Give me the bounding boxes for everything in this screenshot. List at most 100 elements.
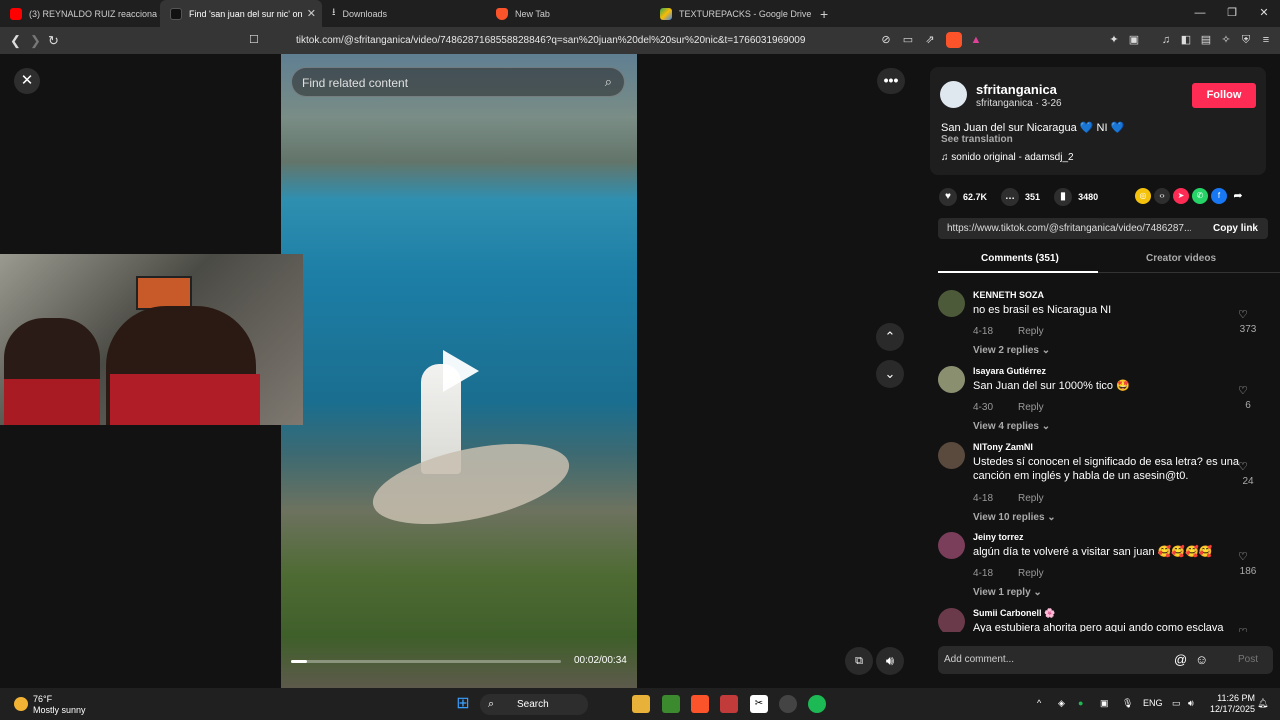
weather-temp[interactable]: 76°F xyxy=(33,694,52,704)
menu-icon[interactable]: ≡ xyxy=(1258,32,1274,48)
reply-button[interactable]: Reply xyxy=(1018,326,1044,337)
microphone-icon[interactable]: 🎙︎ xyxy=(1122,698,1133,709)
picture-in-picture-icon[interactable]: ⧉ xyxy=(845,647,873,675)
reply-button[interactable]: Reply xyxy=(1018,568,1044,579)
comment-like-icon[interactable]: ♡ xyxy=(1238,384,1248,397)
capcut-icon[interactable]: ✂ xyxy=(750,695,768,713)
commenter-name[interactable]: Sumii Carbonell 🌸 xyxy=(973,608,1055,619)
tray-spotify-icon[interactable]: ● xyxy=(1078,698,1083,708)
obs-icon[interactable] xyxy=(779,695,797,713)
video-link[interactable]: https://www.tiktok.com/@sfritanganica/vi… xyxy=(947,223,1191,234)
creator-username[interactable]: sfritanganica xyxy=(976,82,1057,97)
whatsapp-icon[interactable]: ✆ xyxy=(1192,188,1208,204)
comment-like-icon[interactable]: ♡ xyxy=(1238,626,1248,632)
share-icon[interactable]: ⇗ xyxy=(922,32,938,48)
commenter-avatar[interactable] xyxy=(938,608,965,632)
language-indicator[interactable]: ENG xyxy=(1143,698,1163,708)
commenter-name[interactable]: Isayara Gutiérrez xyxy=(973,366,1046,376)
url-field[interactable]: tiktok.com/@sfritanganica/video/74862871… xyxy=(296,27,805,54)
commenter-avatar[interactable] xyxy=(938,442,965,469)
share-arrow-icon[interactable]: ➦ xyxy=(1230,188,1246,204)
reply-button[interactable]: Reply xyxy=(1018,402,1044,413)
coin-icon[interactable]: ◎ xyxy=(1135,188,1151,204)
sidebar-icon[interactable]: ◧ xyxy=(1178,32,1194,48)
emoji-icon[interactable]: ☺ xyxy=(1195,652,1208,667)
forward-icon[interactable]: ❯ xyxy=(30,27,41,54)
bookmark-icon[interactable]: ☐ xyxy=(249,27,259,54)
next-video-icon[interactable]: ⌄ xyxy=(876,360,904,388)
video-progress-bar[interactable] xyxy=(291,660,561,663)
comment-like-icon[interactable]: ♡ xyxy=(1238,550,1248,563)
copy-link-button[interactable]: Copy link xyxy=(1213,223,1258,234)
back-icon[interactable]: ❮ xyxy=(10,27,21,54)
brave-rewards-icon[interactable]: ▲ xyxy=(968,32,984,48)
tab-downloads[interactable]: ⭳ Downloads xyxy=(322,0,486,27)
sound-link[interactable]: ♫ sonido original - adamsdj_2 xyxy=(941,152,1074,163)
commenter-avatar[interactable] xyxy=(938,366,965,393)
taskbar-search[interactable]: ⌕ Search xyxy=(480,694,588,715)
brave-taskbar-icon[interactable] xyxy=(691,695,709,713)
notification-icon[interactable]: 🔔︎ xyxy=(1257,698,1268,709)
brave-shields-icon[interactable] xyxy=(946,32,962,48)
related-search-input[interactable]: Find related content ⌕ xyxy=(291,67,625,97)
media-off-icon[interactable]: ⊘ xyxy=(878,32,894,48)
music-icon[interactable]: ♫ xyxy=(1158,32,1174,48)
minimize-icon[interactable]: — xyxy=(1184,0,1216,27)
windows-start-icon[interactable]: ⊞ xyxy=(454,695,472,713)
restore-icon[interactable]: ❐ xyxy=(1216,0,1248,27)
new-tab-button[interactable]: + xyxy=(814,0,838,27)
embed-icon[interactable]: ‹› xyxy=(1154,188,1170,204)
post-button[interactable]: Post xyxy=(1238,654,1258,665)
view-replies-button[interactable]: View 1 reply ⌄ xyxy=(973,587,1042,598)
search-icon[interactable]: ⌕ xyxy=(605,74,612,90)
add-comment-input[interactable]: Add comment... @ ☺ Post xyxy=(938,646,1273,674)
mention-icon[interactable]: @ xyxy=(1174,652,1187,667)
tray-overflow-icon[interactable]: ^ xyxy=(1037,698,1041,708)
close-video-icon[interactable]: ✕ xyxy=(14,68,40,94)
video-player[interactable]: Find related content ⌕ 00:02/00:34 xyxy=(281,54,637,688)
app-icon[interactable] xyxy=(720,695,738,713)
more-options-icon[interactable]: ••• xyxy=(877,68,905,94)
tray-capture-icon[interactable]: ▣ xyxy=(1100,698,1109,709)
network-icon[interactable]: ▭ xyxy=(1172,698,1181,709)
commenter-avatar[interactable] xyxy=(938,290,965,317)
volume-icon[interactable]: 🔊︎ xyxy=(876,647,904,675)
minecraft-icon[interactable] xyxy=(662,695,680,713)
follow-button[interactable]: Follow xyxy=(1192,83,1256,108)
commenter-name[interactable]: NITony ZamNI xyxy=(973,442,1033,452)
extensions-icon[interactable]: ✦ xyxy=(1106,32,1122,48)
previous-video-icon[interactable]: ⌃ xyxy=(876,323,904,351)
tab-creator-videos[interactable]: Creator videos xyxy=(1146,253,1216,264)
cast-icon[interactable]: ▭ xyxy=(900,32,916,48)
tray-app-icon[interactable]: ◈ xyxy=(1058,698,1065,709)
file-explorer-icon[interactable] xyxy=(632,695,650,713)
see-translation-link[interactable]: See translation xyxy=(941,134,1013,145)
view-replies-button[interactable]: View 4 replies ⌄ xyxy=(973,421,1050,432)
tab-google-drive[interactable]: TEXTUREPACKS - Google Drive xyxy=(650,0,814,27)
view-replies-button[interactable]: View 2 replies ⌄ xyxy=(973,345,1050,356)
tab-youtube[interactable]: (3) REYNALDO RUIZ reacciona a IN xyxy=(0,0,160,27)
vpn-icon[interactable]: ⛨ xyxy=(1238,32,1254,48)
commenter-name[interactable]: Jeiny torrez xyxy=(973,532,1024,542)
tab-comments[interactable]: Comments (351) xyxy=(981,253,1059,264)
comment-like-icon[interactable]: ♡ xyxy=(1238,460,1248,473)
reader-icon[interactable]: ▣ xyxy=(1126,32,1142,48)
leo-ai-icon[interactable]: ✧ xyxy=(1218,32,1234,48)
send-icon[interactable]: ➤ xyxy=(1173,188,1189,204)
comment-icon[interactable]: … xyxy=(1001,188,1020,206)
spotify-icon[interactable] xyxy=(808,695,826,713)
facebook-icon[interactable]: f xyxy=(1211,188,1227,204)
commenter-name[interactable]: KENNETH SOZA xyxy=(973,290,1044,300)
comment-like-icon[interactable]: ♡ xyxy=(1238,308,1248,321)
close-window-icon[interactable]: ✕ xyxy=(1248,0,1280,27)
like-icon[interactable]: ♥ xyxy=(939,188,957,206)
view-replies-button[interactable]: View 10 replies ⌄ xyxy=(973,512,1056,523)
commenter-avatar[interactable] xyxy=(938,532,965,559)
tab-tiktok[interactable]: Find 'san juan del sur nic' on ✕ xyxy=(160,0,322,27)
tab-new-tab[interactable]: New Tab xyxy=(486,0,650,27)
volume-tray-icon[interactable]: 🔊︎ xyxy=(1188,698,1194,709)
reply-button[interactable]: Reply xyxy=(1018,493,1044,504)
close-tab-icon[interactable]: ✕ xyxy=(307,7,316,20)
creator-avatar[interactable] xyxy=(940,81,967,108)
play-icon[interactable] xyxy=(443,350,479,392)
